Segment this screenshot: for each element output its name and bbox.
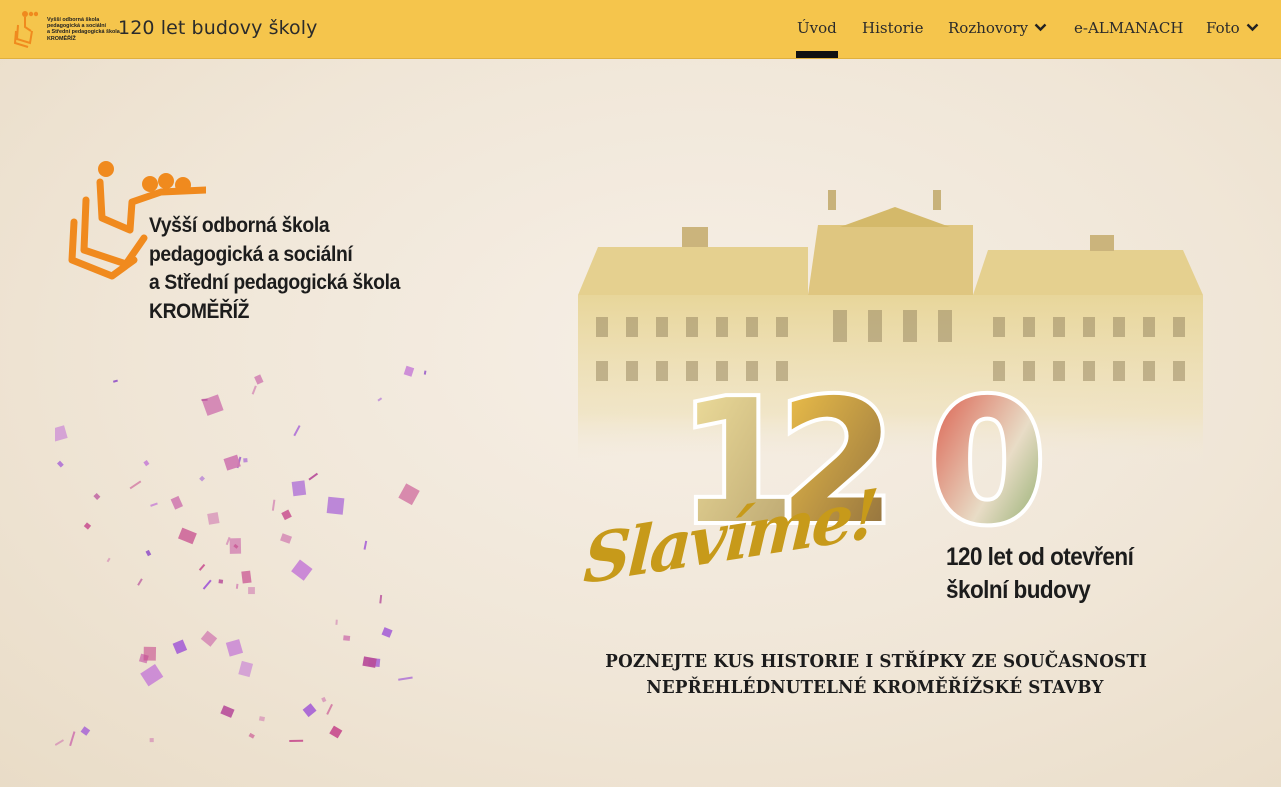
confetti-piece bbox=[143, 460, 150, 467]
confetti-piece bbox=[201, 394, 224, 416]
school-logo-small[interactable]: Vyšší odborná škola pedagogická a sociál… bbox=[13, 9, 120, 49]
confetti-piece bbox=[137, 578, 143, 586]
confetti-piece bbox=[69, 731, 76, 747]
confetti-piece bbox=[362, 656, 377, 668]
confetti-piece bbox=[223, 454, 241, 471]
confetti-piece bbox=[381, 627, 393, 638]
confetti-piece bbox=[326, 703, 333, 715]
confetti-piece bbox=[248, 587, 255, 595]
confetti-piece bbox=[143, 646, 157, 661]
confetti-piece bbox=[207, 512, 220, 525]
confetti-piece bbox=[289, 739, 304, 742]
confetti-piece bbox=[80, 726, 91, 736]
chevron-down-icon bbox=[1246, 23, 1259, 32]
nav-item-uvod[interactable]: Úvod bbox=[797, 19, 837, 37]
confetti-piece bbox=[293, 425, 301, 437]
confetti-piece bbox=[308, 472, 319, 481]
anniversary-subtitle: 120 let od otevření školní budovy bbox=[946, 543, 1134, 604]
confetti-piece bbox=[423, 370, 427, 375]
nav-item-rozhovory[interactable]: Rozhovory bbox=[948, 19, 1047, 37]
confetti-piece bbox=[251, 385, 257, 395]
confetti-decoration bbox=[55, 365, 427, 747]
confetti-piece bbox=[225, 639, 244, 657]
confetti-piece bbox=[243, 458, 248, 463]
logo-figure-icon bbox=[13, 11, 39, 48]
site-title[interactable]: 120 let budovy školy bbox=[118, 17, 317, 39]
confetti-piece bbox=[403, 365, 415, 377]
confetti-piece bbox=[199, 475, 205, 482]
confetti-piece bbox=[343, 635, 351, 641]
confetti-piece bbox=[201, 398, 208, 402]
nav-item-historie[interactable]: Historie bbox=[862, 19, 923, 37]
confetti-piece bbox=[113, 379, 118, 383]
confetti-piece bbox=[379, 594, 383, 604]
confetti-piece bbox=[200, 630, 218, 647]
confetti-piece bbox=[83, 522, 92, 530]
confetti-piece bbox=[93, 492, 101, 500]
confetti-piece bbox=[280, 533, 293, 544]
confetti-piece bbox=[198, 563, 206, 571]
confetti-piece bbox=[145, 549, 152, 557]
confetti-piece bbox=[56, 460, 64, 468]
nav-item-e-almanach[interactable]: e-ALMANACH bbox=[1074, 19, 1183, 37]
confetti-piece bbox=[202, 579, 212, 590]
nav-item-foto[interactable]: Foto bbox=[1206, 19, 1259, 37]
chevron-down-icon bbox=[1034, 23, 1047, 32]
confetti-piece bbox=[55, 739, 65, 746]
confetti-piece bbox=[377, 397, 383, 402]
confetti-piece bbox=[129, 480, 142, 490]
confetti-piece bbox=[235, 583, 239, 589]
confetti-piece bbox=[326, 496, 345, 515]
confetti-piece bbox=[218, 579, 224, 584]
top-navbar: Vyšší odborná škola pedagogická a sociál… bbox=[0, 0, 1281, 59]
confetti-piece bbox=[291, 559, 313, 581]
confetti-piece bbox=[106, 557, 111, 563]
confetti-piece bbox=[302, 703, 317, 718]
confetti-piece bbox=[254, 374, 264, 385]
digit-0: 0 bbox=[928, 385, 1039, 535]
confetti-piece bbox=[398, 483, 420, 506]
hero-tagline: POZNEJTE KUS HISTORIE I STŘÍPKY ZE SOUČA… bbox=[605, 651, 1147, 698]
confetti-piece bbox=[291, 480, 307, 497]
confetti-piece bbox=[170, 495, 184, 510]
confetti-piece bbox=[178, 527, 197, 545]
confetti-piece bbox=[329, 725, 343, 739]
active-nav-indicator bbox=[796, 51, 838, 58]
confetti-piece bbox=[271, 499, 276, 511]
confetti-piece bbox=[140, 663, 164, 687]
confetti-piece bbox=[238, 660, 254, 678]
logo-text-small: Vyšší odborná škola pedagogická a sociál… bbox=[47, 17, 120, 42]
confetti-piece bbox=[335, 619, 338, 625]
confetti-piece bbox=[220, 705, 235, 718]
confetti-piece bbox=[150, 502, 158, 507]
confetti-piece bbox=[281, 509, 292, 521]
confetti-piece bbox=[55, 425, 68, 442]
confetti-piece bbox=[241, 570, 252, 584]
confetti-piece bbox=[321, 696, 327, 703]
school-name: Vyšší odborná škola pedagogická a sociál… bbox=[149, 214, 400, 323]
confetti-piece bbox=[149, 738, 154, 743]
confetti-piece bbox=[398, 676, 413, 681]
confetti-piece bbox=[172, 639, 188, 655]
confetti-piece bbox=[363, 540, 368, 550]
confetti-piece bbox=[248, 732, 255, 739]
confetti-piece bbox=[258, 716, 266, 722]
